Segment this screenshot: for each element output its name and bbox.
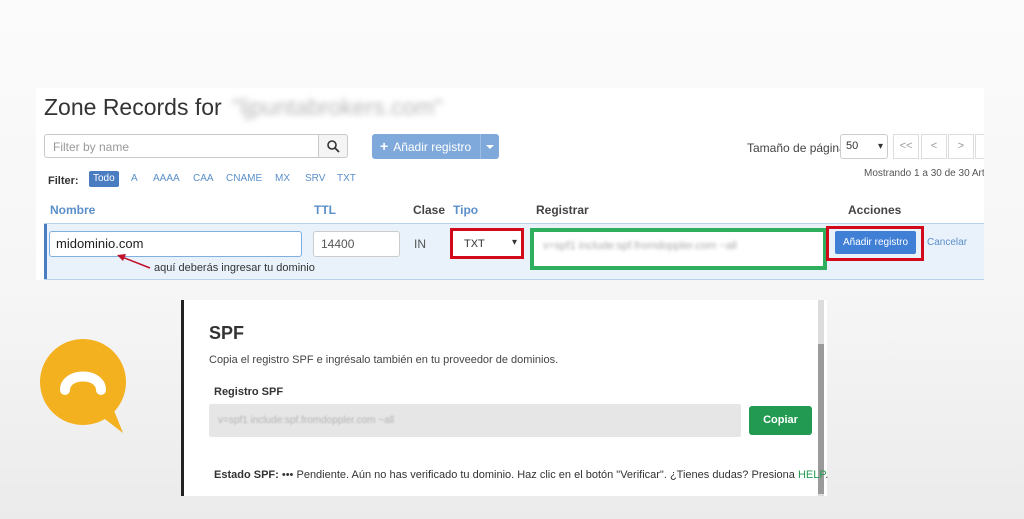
spf-panel-scrollbar[interactable] <box>818 300 824 496</box>
spf-panel <box>181 300 827 496</box>
spf-record-value: v=spf1 include:spf.fromdoppler.com ~all <box>218 415 395 426</box>
spf-status-label: Estado SPF: <box>214 469 279 481</box>
spf-status: Estado SPF: ••• Pendiente. Aún no has ve… <box>214 469 829 481</box>
spf-description: Copia el registro SPF e ingrésalo tambié… <box>209 354 559 366</box>
spf-title: SPF <box>209 323 245 343</box>
copy-button[interactable]: Copiar <box>749 406 812 435</box>
spf-record-label: Registro SPF <box>214 386 284 398</box>
spf-record-field[interactable]: v=spf1 include:spf.fromdoppler.com ~all <box>209 404 741 437</box>
spf-status-dots: ••• <box>281 469 294 481</box>
spf-status-text: Pendiente. Aún no has verificado tu domi… <box>296 469 795 481</box>
doppler-logo-icon <box>40 339 126 433</box>
red-arrow-icon <box>117 254 151 269</box>
help-link[interactable]: HELP <box>798 469 825 481</box>
